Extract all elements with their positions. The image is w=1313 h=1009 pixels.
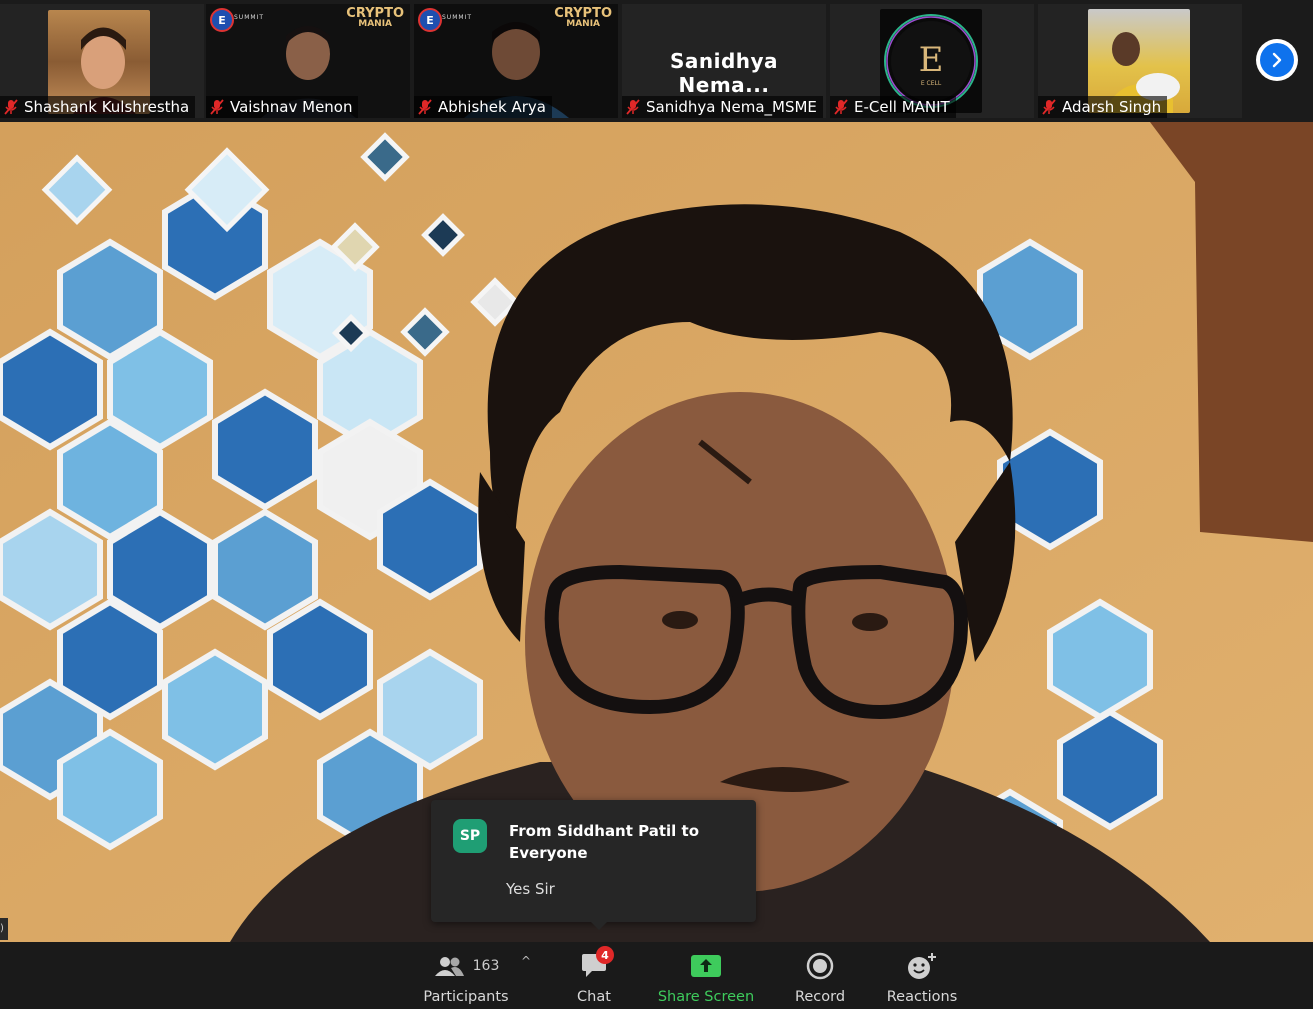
record-icon-wrap — [806, 948, 834, 984]
avatar: SP — [453, 819, 487, 853]
participant-strip: Shashank Kulshrestha E SUMMIT CRYPTO MANI… — [0, 0, 1313, 122]
participant-name: Adarsh Singh — [1062, 98, 1162, 116]
chat-sender: From Siddhant Patil to Everyone — [509, 822, 699, 862]
share-screen-icon — [691, 955, 721, 977]
reactions-button[interactable]: Reactions — [886, 942, 958, 1009]
next-page-button[interactable] — [1256, 39, 1298, 81]
side-handle[interactable]: ) — [0, 918, 8, 940]
cryptomania-logo: CRYPTO MANIA — [554, 6, 612, 29]
reactions-icon — [908, 953, 936, 979]
participant-tile[interactable]: Adarsh Singh — [1038, 4, 1242, 118]
cryptomania-logo: CRYPTO MANIA — [346, 6, 404, 29]
reactions-icon-wrap — [906, 948, 938, 984]
participant-tile[interactable]: Sanidhya Nema... Sanidhya Nema_MSME — [622, 4, 826, 118]
chevron-right-icon — [1272, 52, 1282, 68]
reactions-label: Reactions — [886, 989, 958, 1005]
svg-text:E: E — [919, 40, 944, 80]
participant-name: Vaishnav Menon — [230, 98, 353, 116]
chat-icon-wrap: 4 — [580, 946, 614, 984]
participant-name-bar: Shashank Kulshrestha — [0, 96, 196, 118]
chat-unread-badge: 4 — [596, 946, 614, 964]
muted-mic-icon — [418, 99, 432, 115]
participant-tile[interactable]: E SUMMIT CRYPTO MANIA Vaishnav Menon — [206, 4, 410, 118]
participant-display-name: Sanidhya Nema... — [669, 49, 779, 97]
esummit-text: SUMMIT — [442, 14, 472, 21]
participants-icon-wrap: 163 — [433, 948, 500, 984]
chat-label: Chat — [577, 989, 611, 1005]
participant-name-bar: Abhishek Arya — [414, 96, 552, 118]
muted-mic-icon — [1042, 99, 1056, 115]
record-label: Record — [794, 989, 846, 1005]
esummit-logo: E — [210, 8, 234, 32]
muted-mic-icon — [4, 99, 18, 115]
muted-mic-icon — [626, 99, 640, 115]
share-screen-label: Share Screen — [657, 989, 755, 1005]
share-screen-button[interactable]: Share Screen — [656, 942, 756, 1009]
esummit-logo: E — [418, 8, 442, 32]
chat-message: Yes Sir — [506, 880, 555, 898]
record-button[interactable]: Record — [790, 942, 850, 1009]
participants-button[interactable]: 163 Participants — [418, 942, 514, 1009]
participant-name: Sanidhya Nema_MSME — [646, 98, 817, 116]
record-icon — [806, 952, 834, 980]
participant-name: Abhishek Arya — [438, 98, 546, 116]
participant-name-bar: Vaishnav Menon — [206, 96, 359, 118]
muted-mic-icon — [210, 99, 224, 115]
participant-name: E-Cell MANIT — [854, 98, 950, 116]
participant-name-bar: E-Cell MANIT — [830, 96, 956, 118]
participant-name: Shashank Kulshrestha — [24, 98, 190, 116]
participant-count: 163 — [472, 958, 500, 974]
muted-mic-icon — [834, 99, 848, 115]
participant-tile[interactable]: E SUMMIT CRYPTO MANIA Abhishek Arya — [414, 4, 618, 118]
chat-notification[interactable]: SP From Siddhant Patil to Everyone Yes S… — [431, 800, 756, 930]
esummit-text: SUMMIT — [234, 14, 264, 21]
svg-text:E CELL: E CELL — [921, 80, 942, 87]
chat-button[interactable]: 4 Chat — [566, 942, 622, 1009]
participants-label: Participants — [423, 989, 509, 1005]
participant-name-bar: Adarsh Singh — [1038, 96, 1168, 118]
participant-name-bar: Sanidhya Nema_MSME — [622, 96, 823, 118]
participant-tile[interactable]: Shashank Kulshrestha — [0, 4, 204, 118]
participant-tile[interactable]: E E CELL E-Cell MANIT — [830, 4, 1034, 118]
participants-options-chevron-icon[interactable]: ^ — [521, 954, 531, 968]
meeting-toolbar: 163 Participants ^ 4 Chat Share Screen R… — [0, 942, 1313, 1009]
participants-icon — [434, 957, 464, 976]
share-icon-wrap — [690, 948, 722, 984]
